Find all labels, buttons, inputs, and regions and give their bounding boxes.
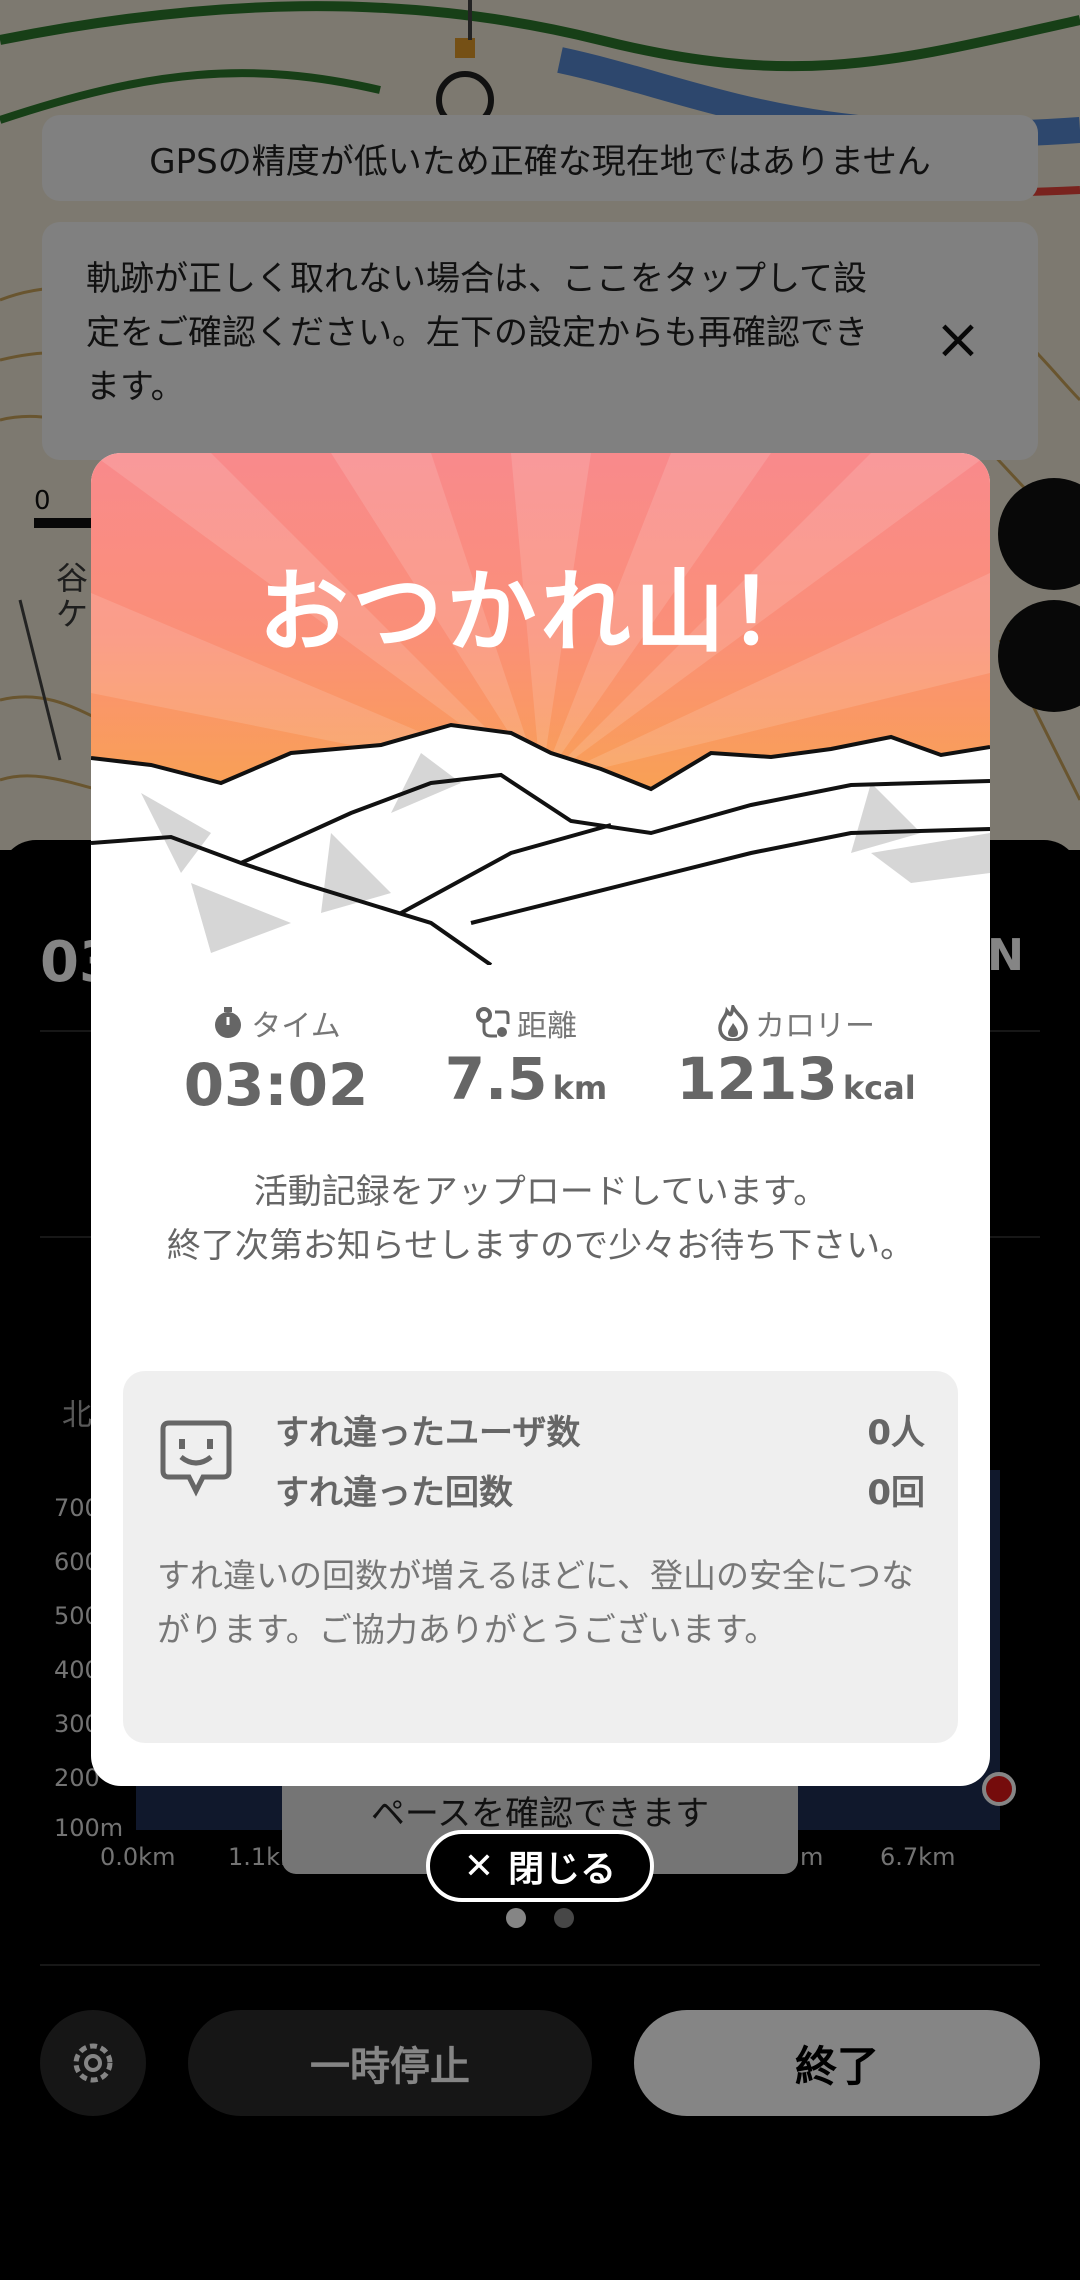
dialog-title: おつかれ山！ bbox=[258, 560, 823, 665]
passing-users-row: すれ違ったユーザ数 0人 bbox=[275, 1405, 925, 1454]
completion-dialog: おつかれ山！ タイム 03:02 距離 7.5 km カロリー 1213 kca… bbox=[91, 453, 990, 1786]
stat-distance-label: 距離 bbox=[517, 1009, 577, 1044]
stat-time: タイム 03:02 bbox=[161, 1001, 391, 1119]
stat-distance: 距離 7.5 km bbox=[416, 1001, 636, 1113]
stat-calorie-value: 1213 bbox=[676, 1045, 838, 1113]
passing-count-row: すれ違った回数 0回 bbox=[275, 1465, 925, 1514]
stat-calorie-label: カロリー bbox=[755, 1009, 875, 1044]
passing-users-value: 0人 bbox=[867, 1413, 925, 1453]
activity-stats: タイム 03:02 距離 7.5 km カロリー 1213 kcal bbox=[91, 1001, 990, 1141]
close-icon: ✕ bbox=[463, 1845, 495, 1887]
route-icon bbox=[476, 1007, 510, 1038]
stat-distance-value: 7.5 bbox=[444, 1045, 548, 1113]
close-dialog-button[interactable]: ✕ 閉じる bbox=[426, 1830, 654, 1902]
stat-time-label: タイム bbox=[251, 1009, 341, 1044]
passing-info-card: すれ違ったユーザ数 0人 すれ違った回数 0回 すれ違いの回数が増えるほどに、登… bbox=[123, 1371, 958, 1743]
upload-line-2: 終了次第お知らせしますので少々お待ち下さい。 bbox=[166, 1226, 915, 1266]
passing-note: すれ違いの回数が増えるほどに、登山の安全につながります。ご協力ありがとうございま… bbox=[157, 1556, 915, 1649]
flame-icon bbox=[718, 1005, 748, 1041]
hero-banner: おつかれ山！ bbox=[91, 453, 990, 965]
close-label: 閉じる bbox=[508, 1849, 617, 1890]
passing-face-icon bbox=[160, 1420, 232, 1497]
stopwatch-icon bbox=[215, 1007, 242, 1038]
stat-distance-unit: km bbox=[552, 1069, 608, 1107]
stat-calorie: カロリー 1213 kcal bbox=[656, 1001, 936, 1113]
stat-time-value: 03:02 bbox=[183, 1051, 369, 1119]
upload-status-message: 活動記録をアップロードしています。 終了次第お知らせしますので少々お待ち下さい。 bbox=[151, 1165, 930, 1273]
passing-count-label: すれ違った回数 bbox=[275, 1473, 513, 1513]
passing-count-value: 0回 bbox=[867, 1473, 925, 1513]
stat-calorie-unit: kcal bbox=[842, 1069, 916, 1107]
passing-users-label: すれ違ったユーザ数 bbox=[275, 1413, 581, 1453]
upload-line-1: 活動記録をアップロードしています。 bbox=[253, 1172, 828, 1212]
mountain-illustration bbox=[91, 453, 990, 965]
